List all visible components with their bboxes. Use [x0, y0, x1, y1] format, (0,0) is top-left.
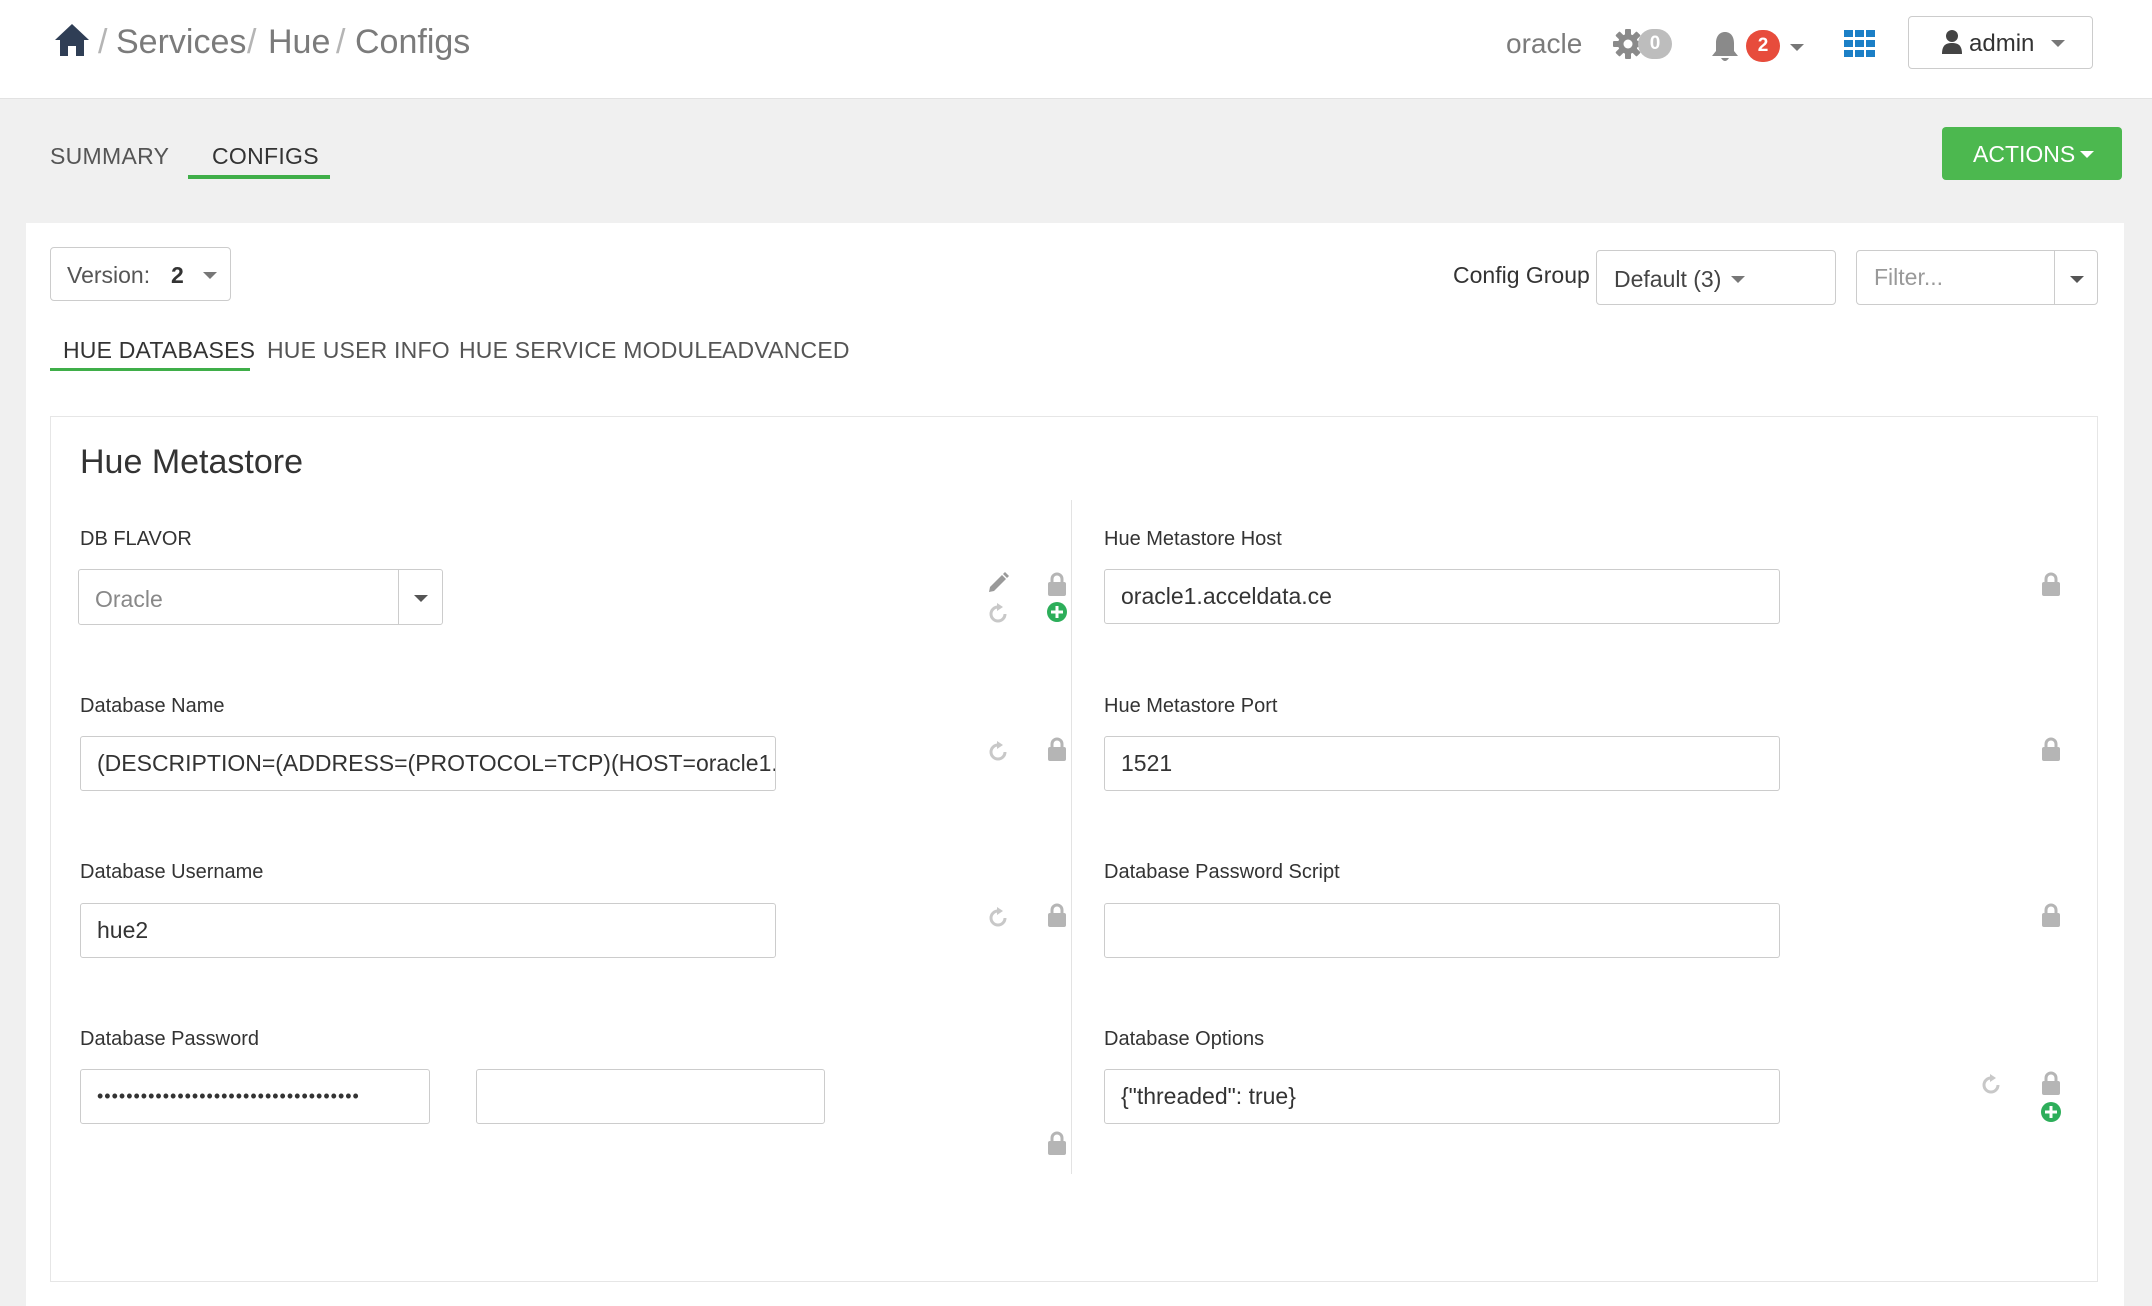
home-icon[interactable] — [53, 22, 91, 58]
db-password-confirm-input[interactable] — [476, 1069, 825, 1124]
lock-icon[interactable] — [1047, 903, 1067, 927]
chevron-down-icon — [1790, 44, 1804, 51]
lock-icon[interactable] — [2041, 903, 2061, 927]
alerts-count-badge: 2 — [1746, 30, 1780, 62]
breadcrumb-configs: Configs — [355, 23, 471, 61]
lock-icon[interactable] — [2041, 572, 2061, 596]
metastore-port-label: Hue Metastore Port — [1104, 695, 1278, 717]
chevron-down-icon — [2051, 40, 2065, 47]
subtab-hue-databases[interactable]: HUE DATABASES — [63, 337, 255, 364]
db-password-label: Database Password — [80, 1028, 259, 1050]
alerts-button[interactable]: 2 — [1708, 26, 1808, 66]
breadcrumb-sep: / — [98, 23, 108, 61]
db-username-label: Database Username — [80, 861, 264, 883]
pencil-icon[interactable] — [986, 571, 1010, 595]
user-menu-button[interactable]: admin — [1908, 16, 2093, 69]
filter-control — [1856, 250, 2098, 305]
actions-label: ACTIONS — [1973, 141, 2076, 167]
ops-count-badge: 0 — [1638, 29, 1672, 59]
undo-icon[interactable] — [1980, 1074, 2002, 1096]
plus-circle-icon[interactable] — [2040, 1101, 2062, 1123]
tab-summary[interactable]: SUMMARY — [50, 143, 169, 170]
undo-icon[interactable] — [987, 741, 1009, 763]
version-value: 2 — [171, 262, 184, 288]
breadcrumb-sep: / — [336, 23, 346, 61]
user-icon — [1942, 30, 1962, 54]
lock-icon[interactable] — [2041, 737, 2061, 761]
select-divider — [398, 570, 399, 624]
undo-icon[interactable] — [987, 603, 1009, 625]
metastore-host-input[interactable]: oracle1.acceldata.ce — [1104, 569, 1780, 624]
bell-icon — [1712, 32, 1738, 61]
db-flavor-select[interactable]: Oracle — [78, 569, 443, 625]
db-password-input[interactable]: •••••••••••••••••••••••••••••••••••• — [80, 1069, 430, 1124]
db-flavor-label: DB FLAVOR — [80, 528, 192, 550]
db-name-input[interactable]: (DESCRIPTION=(ADDRESS=(PROTOCOL=TCP)(HOS… — [80, 736, 776, 791]
plus-circle-icon[interactable] — [1046, 601, 1068, 623]
version-label: Version: — [67, 262, 151, 288]
db-options-label: Database Options — [1104, 1028, 1265, 1050]
lock-icon[interactable] — [1047, 1131, 1067, 1155]
lock-icon[interactable] — [1047, 737, 1067, 761]
section-title: Hue Metastore — [80, 443, 303, 481]
actions-button[interactable]: ACTIONS — [1942, 127, 2122, 180]
active-subtab-indicator — [50, 368, 250, 371]
tab-configs[interactable]: CONFIGS — [212, 143, 319, 170]
filter-input[interactable] — [1857, 251, 2055, 304]
metastore-port-input[interactable]: 1521 — [1104, 736, 1780, 791]
subtab-hue-service-module[interactable]: HUE SERVICE MODULE — [459, 337, 723, 364]
db-name-label: Database Name — [80, 695, 225, 717]
filter-dropdown-toggle[interactable] — [2070, 276, 2084, 283]
db-username-input[interactable]: hue2 — [80, 903, 776, 958]
top-navbar: / Services / Hue / Configs oracle 0 2 ad… — [0, 0, 2152, 99]
version-selector[interactable]: Version: 2 — [50, 247, 231, 301]
lock-icon[interactable] — [2041, 1071, 2061, 1095]
column-divider — [1071, 500, 1072, 1174]
config-group-label: Config Group — [1453, 262, 1590, 288]
db-flavor-value: Oracle — [95, 586, 163, 612]
password-script-input[interactable] — [1104, 903, 1780, 958]
metastore-host-label: Hue Metastore Host — [1104, 528, 1282, 550]
background-ops-button[interactable]: 0 — [1612, 26, 1676, 62]
apps-grid-icon[interactable] — [1844, 30, 1876, 58]
subtab-hue-user-info[interactable]: HUE USER INFO — [267, 337, 450, 364]
user-label: admin — [1969, 30, 2035, 57]
cluster-name[interactable]: oracle — [1506, 28, 1582, 60]
breadcrumb-hue[interactable]: Hue — [268, 22, 330, 62]
db-options-input[interactable]: {"threaded": true} — [1104, 1069, 1780, 1124]
chevron-down-icon — [414, 595, 428, 602]
breadcrumb-sep: / — [247, 23, 257, 61]
config-group-select[interactable]: Default (3) — [1596, 250, 1836, 305]
breadcrumb-services[interactable]: Services — [116, 22, 246, 62]
undo-icon[interactable] — [987, 907, 1009, 929]
lock-icon[interactable] — [1047, 572, 1067, 596]
subtab-advanced[interactable]: ADVANCED — [722, 337, 850, 364]
chevron-down-icon — [1731, 276, 1745, 283]
active-tab-indicator — [188, 175, 330, 179]
config-group-value: Default (3) — [1614, 266, 1722, 292]
password-script-label: Database Password Script — [1104, 861, 1340, 883]
chevron-down-icon — [203, 272, 217, 279]
hue-metastore-section — [50, 416, 2098, 1282]
chevron-down-icon — [2080, 151, 2094, 158]
